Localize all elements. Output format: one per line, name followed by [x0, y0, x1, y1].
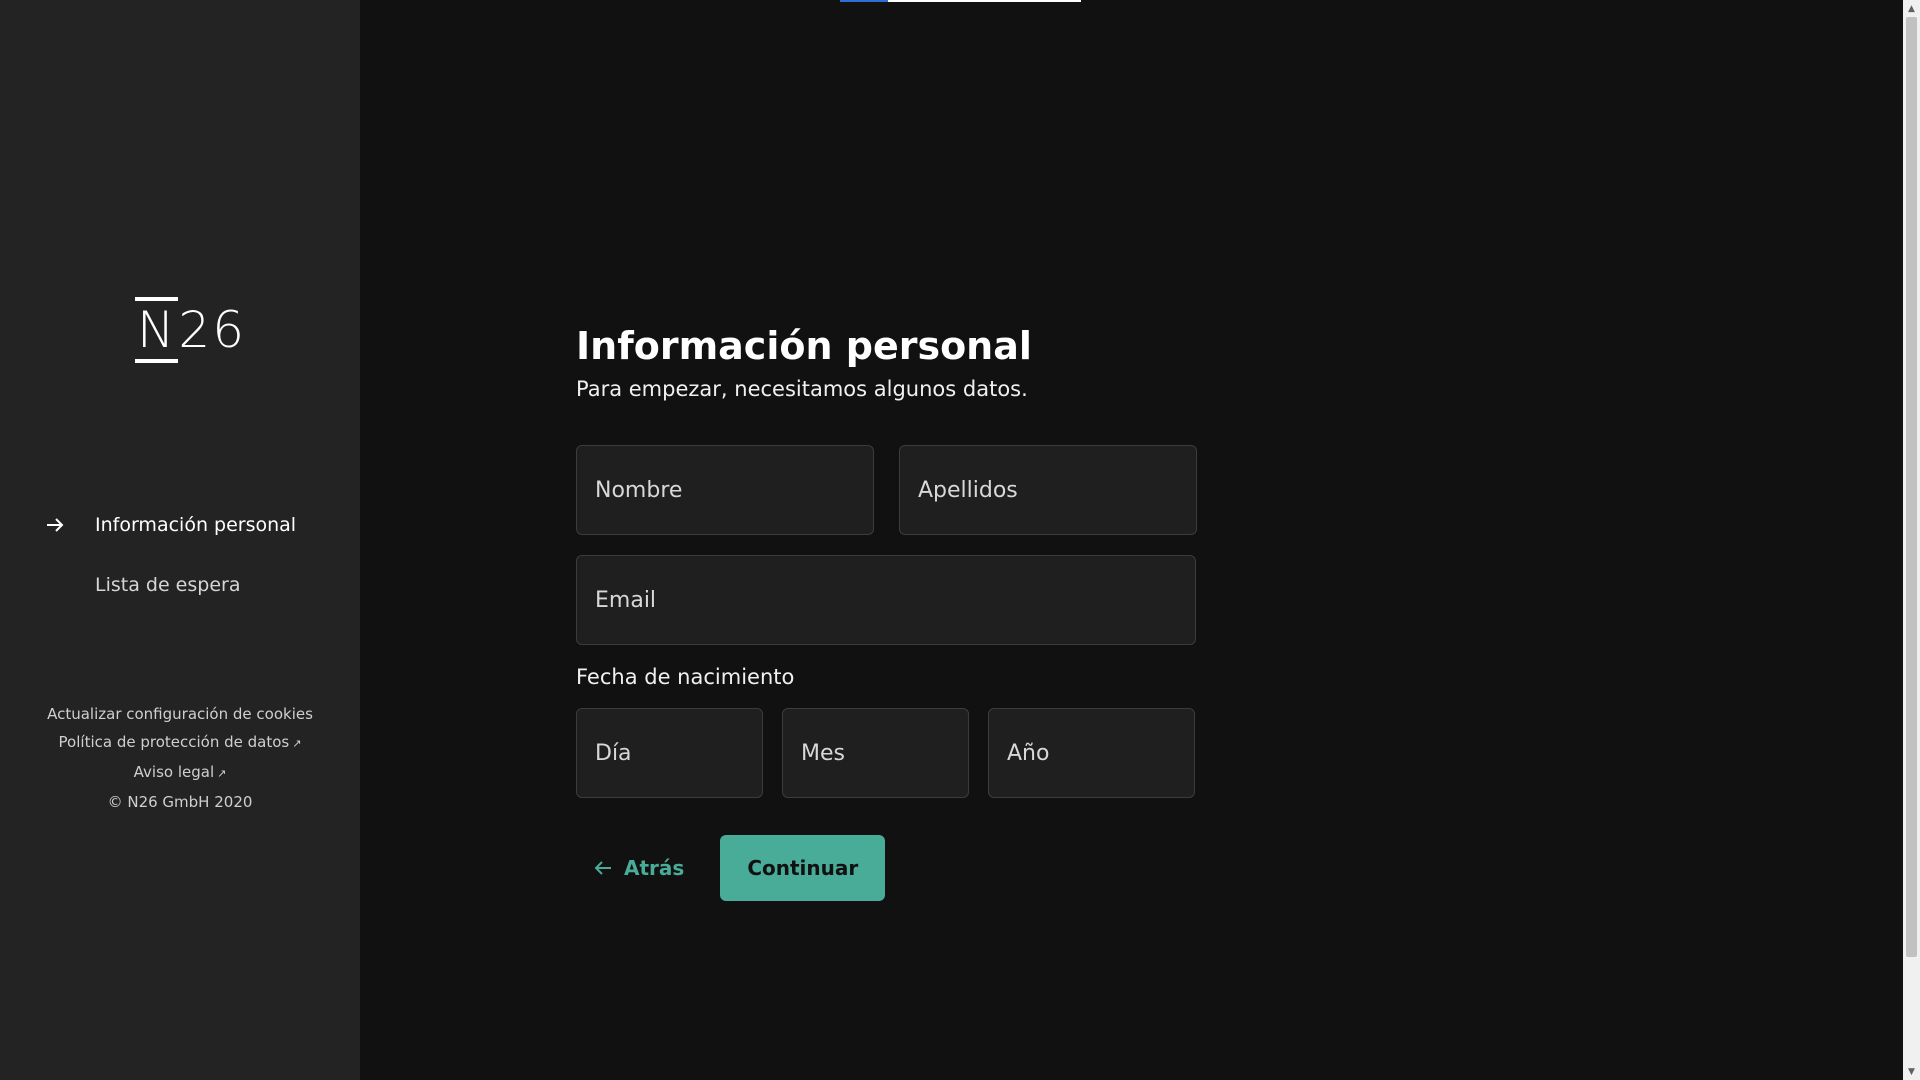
sidebar-item-label: Lista de espera: [95, 574, 241, 596]
sidebar: N 26 Información personal Lista de espera…: [0, 0, 360, 1080]
email-input[interactable]: [576, 555, 1196, 645]
arrow-left-icon: [594, 861, 611, 875]
copyright-text: © N26 GmbH 2020: [107, 793, 253, 811]
personal-info-form: Información personal Para empezar, neces…: [576, 320, 1197, 901]
form-actions: Atrás Continuar: [576, 835, 886, 901]
progress-bar: [840, 0, 1081, 2]
external-link-icon: ↗: [292, 737, 302, 750]
scrollbar-thumb[interactable]: [1906, 17, 1917, 957]
birthdate-label: Fecha de nacimiento: [576, 665, 795, 689]
back-button[interactable]: Atrás: [576, 835, 702, 901]
n26-logo[interactable]: N 26: [135, 297, 247, 363]
scroll-down-arrow-icon[interactable]: ▼: [1903, 1063, 1920, 1080]
birth-year-input[interactable]: [988, 708, 1195, 798]
privacy-policy-link[interactable]: Política de protección de datos: [59, 733, 290, 751]
page-subtitle: Para empezar, necesitamos algunos datos.: [576, 377, 1028, 401]
external-link-icon: ↗: [217, 767, 227, 780]
sidebar-item-lista-de-espera[interactable]: Lista de espera: [0, 555, 360, 615]
legal-notice-link[interactable]: Aviso legal: [134, 763, 214, 781]
sidebar-nav: Información personal Lista de espera: [0, 495, 360, 615]
back-button-label: Atrás: [624, 856, 685, 880]
sidebar-item-informacion-personal[interactable]: Información personal: [0, 495, 360, 555]
email-row: [576, 555, 1196, 645]
logo-letter-n: N: [135, 297, 179, 363]
logo-number: 26: [178, 301, 247, 359]
progress-bar-fill: [840, 0, 889, 2]
continue-button[interactable]: Continuar: [720, 835, 886, 901]
scroll-up-arrow-icon[interactable]: ▲: [1903, 0, 1920, 17]
name-row: [576, 445, 1197, 535]
arrow-right-icon: [47, 518, 64, 532]
cookie-settings-link[interactable]: Actualizar configuración de cookies: [47, 705, 313, 723]
page-scrollbar[interactable]: ▲ ▼: [1903, 0, 1920, 1080]
page-title: Información personal: [576, 324, 1032, 368]
sidebar-footer: Actualizar configuración de cookies Polí…: [0, 700, 360, 816]
birth-month-input[interactable]: [782, 708, 969, 798]
first-name-input[interactable]: [576, 445, 874, 535]
sidebar-item-label: Información personal: [95, 514, 297, 536]
birth-day-input[interactable]: [576, 708, 763, 798]
last-name-input[interactable]: [899, 445, 1197, 535]
birthdate-row: [576, 708, 1195, 798]
